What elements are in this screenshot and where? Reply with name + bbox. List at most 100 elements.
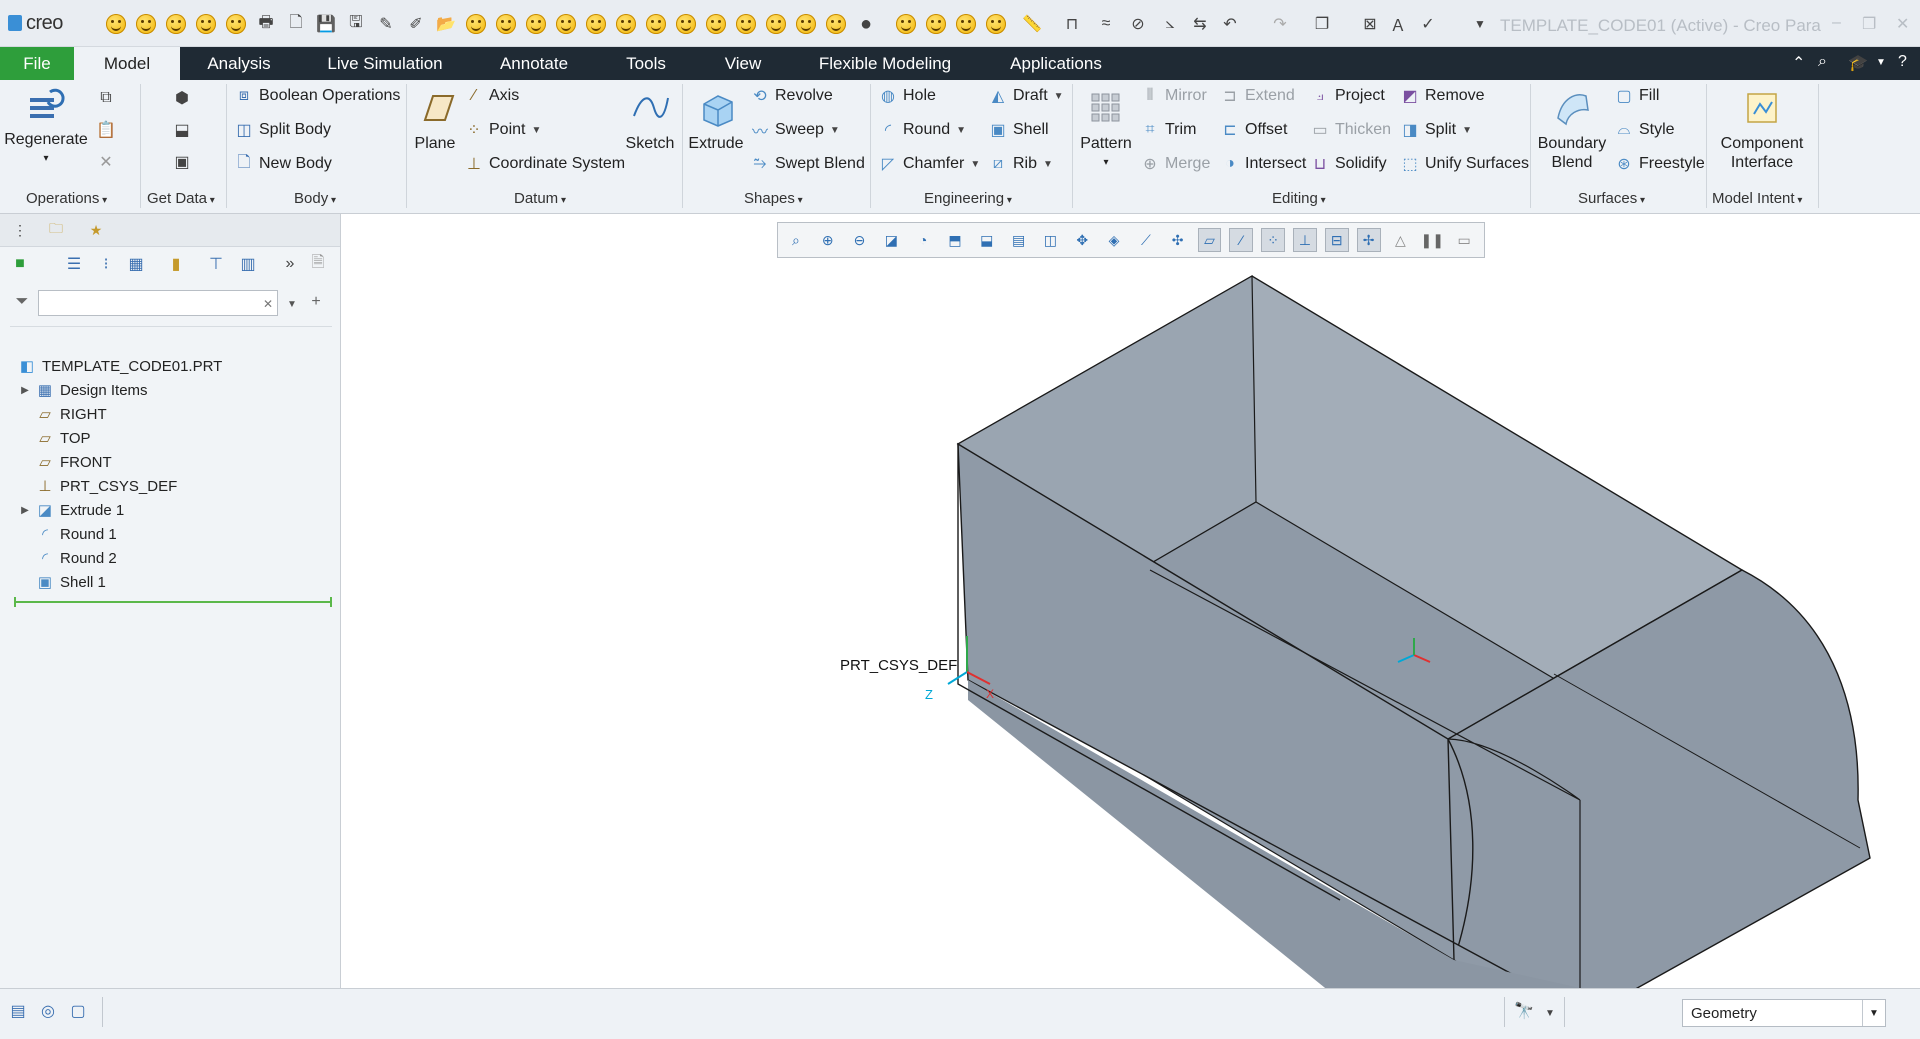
measure-icon[interactable]: 📏 bbox=[1022, 14, 1042, 34]
show-columns-icon[interactable]: ⁝ bbox=[96, 254, 116, 274]
more-icon[interactable]: » bbox=[280, 254, 300, 274]
search-input[interactable] bbox=[38, 290, 278, 316]
tree-item[interactable]: ◜ Round 2 bbox=[0, 546, 117, 570]
qat-customize-icon[interactable]: ▼ bbox=[1470, 14, 1490, 34]
show-body-icon[interactable]: ■ bbox=[10, 254, 30, 274]
minimize-icon[interactable]: – bbox=[1832, 14, 1841, 32]
remove-button[interactable]: ◩ Remove bbox=[1400, 86, 1484, 106]
hole-button[interactable]: ◍ Hole bbox=[878, 86, 936, 106]
custom-smiley-icon[interactable] bbox=[616, 14, 636, 34]
custom-smiley-icon[interactable] bbox=[226, 14, 246, 34]
project-button[interactable]: ⟓ Project bbox=[1310, 86, 1385, 106]
custom-smiley-icon[interactable] bbox=[896, 14, 916, 34]
offset-button[interactable]: ⊏ Offset bbox=[1220, 120, 1287, 140]
close-icon[interactable]: ✕ bbox=[1896, 14, 1909, 34]
group-label-get-data[interactable]: Get Data bbox=[147, 190, 215, 207]
custom-smiley-icon[interactable] bbox=[676, 14, 696, 34]
custom-smiley-icon[interactable] bbox=[166, 14, 186, 34]
layer-icon[interactable]: ▮ bbox=[166, 254, 186, 274]
learning-icon[interactable]: 🎓 bbox=[1848, 53, 1868, 73]
unify-surfaces-button[interactable]: ⬚ Unify Surfaces bbox=[1400, 154, 1529, 174]
columns-icon[interactable]: ▥ bbox=[238, 254, 258, 274]
edit-icon[interactable]: ✎ bbox=[376, 14, 396, 34]
group-label-operations[interactable]: Operations bbox=[26, 190, 107, 207]
filter-funnel-icon[interactable]: ⏷ bbox=[12, 292, 32, 312]
thicken-button[interactable]: ▭ Thicken bbox=[1310, 120, 1391, 140]
shell-button[interactable]: ▣ Shell bbox=[988, 120, 1048, 140]
custom-smiley-icon[interactable] bbox=[736, 14, 756, 34]
custom-smiley-icon[interactable] bbox=[466, 14, 486, 34]
perspective-icon[interactable]: ▤ bbox=[1007, 228, 1031, 252]
windows-icon[interactable]: ❐ bbox=[1312, 14, 1332, 34]
tab-analysis[interactable]: Analysis bbox=[190, 47, 288, 80]
spin-center-display-icon[interactable]: ✢ bbox=[1356, 228, 1381, 252]
tree-item[interactable]: ⊥ PRT_CSYS_DEF bbox=[0, 474, 177, 498]
zoom-in-icon[interactable]: ⊕ bbox=[816, 228, 840, 252]
show-browser-icon[interactable]: ◎ bbox=[38, 1001, 58, 1021]
find-dropdown-icon[interactable]: ▼ bbox=[1540, 1003, 1560, 1023]
undo-icon[interactable]: ↶ bbox=[1220, 14, 1240, 34]
tree-item[interactable]: ▶ ◪ Extrude 1 bbox=[0, 498, 124, 522]
split-body-button[interactable]: ◫ Split Body bbox=[234, 120, 331, 140]
spell-check-icon[interactable]: ✓ bbox=[1418, 14, 1438, 34]
tree-item[interactable]: ▱ RIGHT bbox=[0, 402, 106, 426]
save-copy-icon[interactable]: 🖫 bbox=[346, 14, 366, 34]
open-folder-icon[interactable]: 📂 bbox=[436, 14, 456, 34]
copy-icon[interactable]: ⧉ bbox=[96, 88, 116, 108]
tree-item[interactable]: ▱ TOP bbox=[0, 426, 90, 450]
custom-smiley-icon[interactable] bbox=[556, 14, 576, 34]
copy-geometry-icon[interactable]: ⬓ bbox=[172, 120, 192, 140]
custom-smiley-icon[interactable] bbox=[586, 14, 606, 34]
folder-browser-tab-icon[interactable]: 🗀 bbox=[46, 220, 66, 240]
search-dropdown-icon[interactable]: ▼ bbox=[282, 294, 302, 314]
tab-annotate[interactable]: Annotate bbox=[478, 47, 590, 80]
text-icon[interactable]: Ａ bbox=[1388, 14, 1408, 35]
expand-arrow-icon[interactable]: ▶ bbox=[18, 385, 32, 396]
intersect-button[interactable]: ◑ Intersect bbox=[1220, 154, 1306, 174]
tree-item[interactable]: ◜ Round 1 bbox=[0, 522, 117, 546]
swept-blend-button[interactable]: ⥲ Swept Blend bbox=[750, 154, 865, 174]
tab-tools[interactable]: Tools bbox=[604, 47, 688, 80]
custom-smiley-icon[interactable] bbox=[796, 14, 816, 34]
point-button[interactable]: ⁘ Point ▼ bbox=[464, 120, 541, 140]
restore-icon[interactable]: ❐ bbox=[1862, 14, 1876, 34]
sweep-button[interactable]: 〰 Sweep ▼ bbox=[750, 120, 840, 141]
favorites-tab-icon[interactable]: ★ bbox=[86, 220, 106, 240]
appearance-sphere-icon[interactable]: ● bbox=[856, 13, 876, 35]
collapse-ribbon-icon[interactable]: ⌃ bbox=[1792, 53, 1805, 73]
custom-smiley-icon[interactable] bbox=[196, 14, 216, 34]
split-button[interactable]: ◨ Split ▼ bbox=[1400, 120, 1472, 140]
angle-icon[interactable]: ⦣ bbox=[1160, 14, 1180, 34]
merge-button[interactable]: ⊕ Merge bbox=[1140, 154, 1210, 174]
tab-view[interactable]: View bbox=[706, 47, 780, 80]
regenerate-button[interactable]: Regenerate ▾ bbox=[4, 84, 88, 168]
insert-here-marker[interactable] bbox=[14, 597, 332, 607]
shrinkwrap-icon[interactable]: ▣ bbox=[172, 152, 192, 172]
close-window-icon[interactable]: ⊠ bbox=[1360, 14, 1380, 34]
style-button[interactable]: ⌓ Style bbox=[1614, 120, 1675, 140]
custom-smiley-icon[interactable] bbox=[496, 14, 516, 34]
graphics-window[interactable]: PRT_CSYS_DEF Z X bbox=[341, 214, 1920, 988]
search-icon[interactable]: ⌕ bbox=[1818, 53, 1827, 71]
display-style-icon[interactable]: ◔ bbox=[911, 228, 935, 252]
help-dropdown-icon[interactable]: ▼ bbox=[1876, 57, 1886, 68]
pattern-button[interactable]: Pattern ▾ bbox=[1078, 88, 1134, 172]
spin-center-icon[interactable]: ✥ bbox=[1070, 228, 1094, 252]
custom-smiley-icon[interactable] bbox=[766, 14, 786, 34]
notes-icon[interactable]: 🗎 bbox=[308, 254, 328, 274]
regen-icon[interactable]: ⊘ bbox=[1128, 14, 1148, 34]
tab-applications[interactable]: Applications bbox=[994, 47, 1118, 80]
fill-button[interactable]: ▢ Fill bbox=[1614, 86, 1659, 106]
sketch-tool-icon[interactable]: ≈ bbox=[1096, 14, 1116, 34]
tree-item[interactable]: ▱ FRONT bbox=[0, 450, 111, 474]
custom-smiley-icon[interactable] bbox=[926, 14, 946, 34]
new-file-icon[interactable]: 🗋 bbox=[286, 14, 306, 34]
plane-button[interactable]: Plane bbox=[412, 88, 458, 153]
tag-display-icon[interactable]: ⊟ bbox=[1324, 228, 1349, 252]
saved-views-icon[interactable]: ⬒ bbox=[943, 228, 967, 252]
dimension-icon[interactable]: ⊓ bbox=[1062, 14, 1082, 34]
solidify-button[interactable]: ⊔ Solidify bbox=[1310, 154, 1387, 174]
custom-smiley-icon[interactable] bbox=[956, 14, 976, 34]
section-icon[interactable]: ◫ bbox=[1039, 228, 1063, 252]
view-manager-icon[interactable]: ⬓ bbox=[975, 228, 999, 252]
